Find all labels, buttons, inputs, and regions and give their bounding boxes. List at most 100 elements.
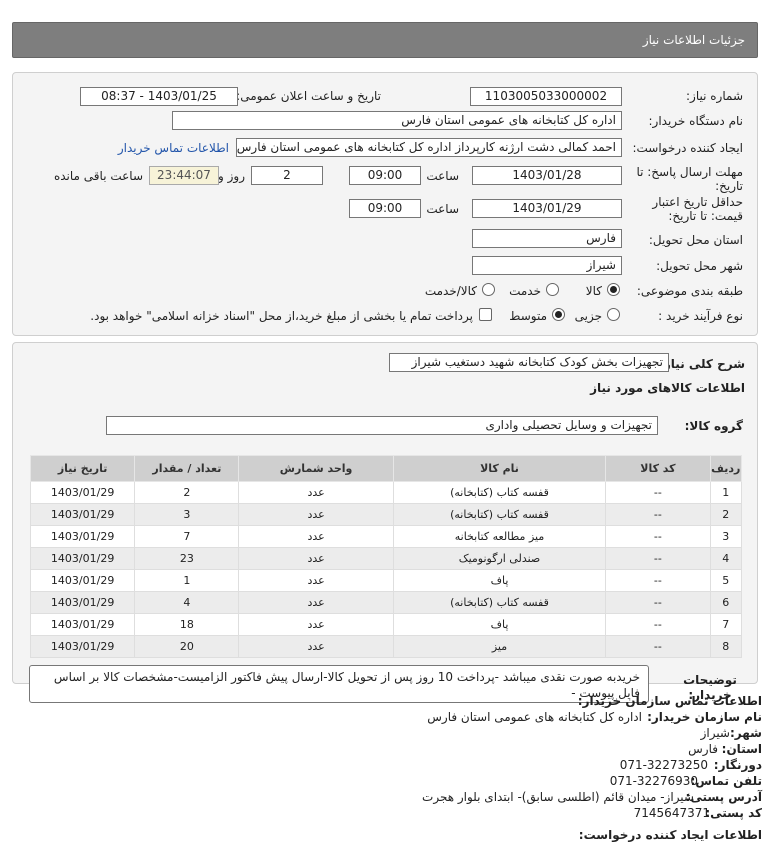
category-label: طبقه بندی موضوعی: — [636, 284, 743, 298]
item-code: -- — [605, 635, 711, 658]
validity-label: حداقل تاریخ اعتبار قیمت: تا تاریخ: — [652, 195, 743, 223]
treasury-payment-checkbox[interactable] — [479, 308, 492, 321]
item-name: پاف — [392, 569, 607, 592]
province-field[interactable]: فارس — [472, 229, 622, 248]
item-code: -- — [605, 569, 711, 592]
item-code: -- — [605, 591, 711, 614]
category-goods-service-radio[interactable] — [482, 283, 495, 296]
row-number: 3 — [709, 525, 743, 548]
item-date: 1403/01/29 — [29, 635, 136, 658]
item-name: صندلی ارگونومیک — [392, 547, 607, 570]
contact-org-label: نام سازمان خریدار: — [647, 710, 762, 724]
item-qty: 23 — [134, 547, 240, 570]
deadline-date-field[interactable]: 1403/01/28 — [472, 166, 622, 185]
table-row[interactable]: 4 -- صندلی ارگونومیک عدد 23 1403/01/29 — [29, 547, 743, 570]
item-name: قفسه کتاب (کتابخانه) — [392, 591, 607, 614]
days-field[interactable]: 2 — [251, 166, 323, 185]
item-unit: عدد — [238, 569, 394, 592]
category-service-radio[interactable] — [546, 283, 559, 296]
item-name: میز مطالعه کتابخانه — [392, 525, 607, 548]
items-table-header: ردیف کد کالا نام کالا واحد شمارش تعداد /… — [29, 455, 743, 482]
table-row[interactable]: 6 -- قفسه کتاب (کتابخانه) عدد 4 1403/01/29 — [29, 591, 743, 614]
row-number: 2 — [709, 503, 743, 526]
col-date: تاریخ نیاز — [29, 455, 136, 482]
item-unit: عدد — [238, 547, 394, 570]
table-row[interactable]: 2 -- قفسه کتاب (کتابخانه) عدد 3 1403/01/29 — [29, 503, 743, 526]
contact-city-label: شهر: — [730, 726, 762, 740]
contact-province-label: استان: — [721, 742, 762, 756]
item-unit: عدد — [238, 503, 394, 526]
buyer-contact-link[interactable]: اطلاعات تماس خریدار — [118, 141, 229, 155]
item-date: 1403/01/29 — [29, 503, 136, 526]
category-goods-radio[interactable] — [607, 283, 620, 296]
item-qty: 18 — [134, 613, 240, 636]
row-number: 1 — [709, 481, 743, 504]
category-goods-label: کالا — [585, 284, 602, 298]
treasury-payment-note: پرداخت تمام یا بخشی از مبلغ خرید،از محل … — [90, 309, 473, 323]
need-description-field[interactable]: تجهیزات بخش کودک کتابخانه شهید دستغیب شی… — [389, 353, 669, 372]
process-medium-radio[interactable] — [552, 308, 565, 321]
row-number: 8 — [709, 635, 743, 658]
contact-org-value: اداره کل کتابخانه های عمومی استان فارس — [427, 710, 642, 724]
item-date: 1403/01/29 — [29, 481, 136, 504]
item-code: -- — [605, 503, 711, 526]
announce-field[interactable]: 1403/01/25 - 08:37 — [80, 87, 238, 106]
contact-heading: اطلاعات تماس سازمان خریدار: — [577, 694, 762, 708]
items-panel: شرح کلی نیاز: تجهیزات بخش کودک کتابخانه … — [12, 342, 758, 703]
col-unit: واحد شمارش — [238, 455, 394, 482]
item-name: قفسه کتاب (کتابخانه) — [392, 481, 607, 504]
creator-label: ایجاد کننده درخواست: — [632, 141, 743, 155]
remaining-label: ساعت باقی مانده — [53, 169, 143, 183]
item-date: 1403/01/29 — [29, 613, 136, 636]
city-label: شهر محل تحویل: — [656, 259, 743, 273]
item-unit: عدد — [238, 613, 394, 636]
table-row[interactable]: 8 -- میز عدد 20 1403/01/29 — [29, 635, 743, 658]
contact-postal-label: کد پستی: — [705, 806, 762, 820]
contact-province-value: فارس — [688, 742, 718, 756]
item-name: پاف — [392, 613, 607, 636]
row-number: 5 — [709, 569, 743, 592]
item-code: -- — [605, 613, 711, 636]
buyer-notes-field: خریدبه صورت نقدی میباشد -پرداخت 10 روز پ… — [29, 665, 649, 703]
page-title: جزئیات اطلاعات نیاز — [642, 33, 745, 47]
col-row: ردیف — [709, 455, 743, 482]
item-qty: 20 — [134, 635, 240, 658]
goods-group-field[interactable]: تجهیزات و وسایل تحصیلی واداری — [106, 416, 658, 435]
process-small-radio[interactable] — [607, 308, 620, 321]
table-row[interactable]: 7 -- پاف عدد 18 1403/01/29 — [29, 613, 743, 636]
item-date: 1403/01/29 — [29, 525, 136, 548]
validity-time-label: ساعت — [426, 202, 459, 216]
buyer-field[interactable]: اداره کل کتابخانه های عمومی استان فارس — [172, 111, 622, 130]
contact-phone-value: 071-32276930 — [609, 774, 698, 788]
deadline-label: مهلت ارسال پاسخ: تا تاریخ: — [636, 165, 743, 193]
validity-time-field[interactable]: 09:00 — [349, 199, 421, 218]
item-name: قفسه کتاب (کتابخانه) — [392, 503, 607, 526]
item-unit: عدد — [238, 635, 394, 658]
row-number: 4 — [709, 547, 743, 570]
days-label: روز و — [218, 169, 245, 183]
item-date: 1403/01/29 — [29, 569, 136, 592]
item-qty: 7 — [134, 525, 240, 548]
item-unit: عدد — [238, 525, 394, 548]
goods-group-label: گروه کالا: — [684, 419, 743, 433]
process-label: نوع فرآیند خرید : — [658, 309, 743, 323]
item-code: -- — [605, 547, 711, 570]
deadline-time-label: ساعت — [426, 169, 459, 183]
validity-date-field[interactable]: 1403/01/29 — [472, 199, 622, 218]
contact-creator-info-label: اطلاعات ایجاد کننده درخواست: — [578, 828, 762, 842]
item-unit: عدد — [238, 481, 394, 504]
table-row[interactable]: 3 -- میز مطالعه کتابخانه عدد 7 1403/01/29 — [29, 525, 743, 548]
item-date: 1403/01/29 — [29, 547, 136, 570]
deadline-time-field[interactable]: 09:00 — [349, 166, 421, 185]
item-qty: 1 — [134, 569, 240, 592]
contact-postal-value: 7145647371 — [633, 806, 710, 820]
need-description-label: شرح کلی نیاز: — [659, 357, 745, 371]
item-date: 1403/01/29 — [29, 591, 136, 614]
city-field[interactable]: شیراز — [472, 256, 622, 275]
need-number-field[interactable]: 1103005033000002 — [470, 87, 622, 106]
row-number: 6 — [709, 591, 743, 614]
table-row[interactable]: 1 -- قفسه کتاب (کتابخانه) عدد 2 1403/01/29 — [29, 481, 743, 504]
col-qty: تعداد / مقدار — [134, 455, 240, 482]
creator-field[interactable]: احمد کمالی دشت ارژنه کارپرداز اداره کل ک… — [236, 138, 622, 157]
table-row[interactable]: 5 -- پاف عدد 1 1403/01/29 — [29, 569, 743, 592]
